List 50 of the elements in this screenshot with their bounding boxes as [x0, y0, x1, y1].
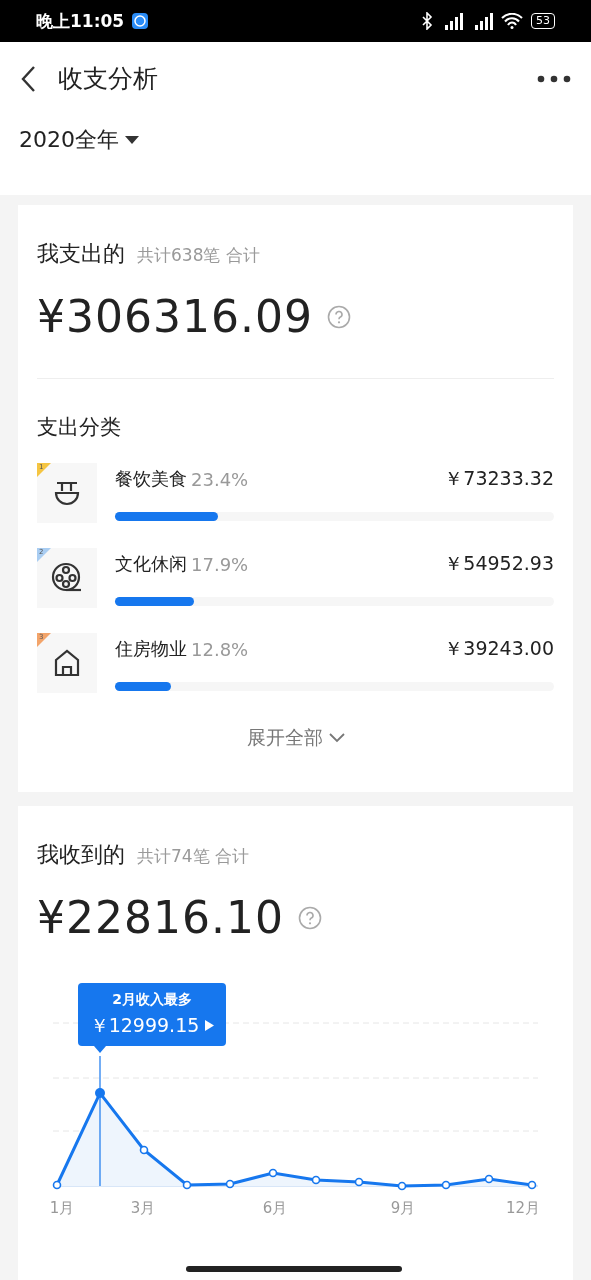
month-label: 9月: [390, 1199, 416, 1218]
data-point: [139, 1145, 149, 1155]
tooltip-pointer: [94, 1046, 106, 1053]
app-notification-icon: [132, 13, 149, 29]
month-label: 1月: [49, 1199, 75, 1218]
more-icon[interactable]: [537, 74, 571, 83]
category-amount: ￥39243.00: [444, 636, 554, 661]
data-point: [311, 1175, 321, 1185]
category-percent: 23.4%: [191, 468, 249, 490]
tooltip[interactable]: 2月收入最多 ￥12999.15: [78, 983, 226, 1046]
total-amount: ¥22816.10: [37, 892, 284, 943]
data-point: [52, 1180, 62, 1190]
data-point: [354, 1177, 364, 1187]
battery-level: 53: [531, 13, 555, 29]
category-percent: 17.9%: [191, 553, 249, 575]
chevron-down-icon: [328, 733, 345, 743]
section-title: 支出分类: [37, 414, 122, 441]
dropdown-caret-icon: [125, 136, 139, 144]
data-point: [484, 1174, 494, 1184]
wifi-icon: [501, 13, 523, 29]
data-point: [225, 1179, 235, 1189]
year-selector[interactable]: 2020全年: [0, 115, 158, 165]
peak-point: [95, 1088, 105, 1098]
card-title: 我收到的: [37, 841, 125, 869]
expand-all-button[interactable]: 展开全部: [240, 724, 351, 752]
category-name: 餐饮美食: [115, 467, 187, 491]
tooltip-amount: ￥12999.15: [89, 1012, 200, 1038]
back-icon[interactable]: [20, 64, 36, 93]
bluetooth-icon: [421, 12, 433, 30]
month-label: 3月: [130, 1199, 156, 1218]
card-summary: 共计74笔 合计: [137, 845, 250, 868]
status-time: 晚上11:05: [36, 9, 125, 33]
month-label: 6月: [262, 1199, 288, 1218]
data-point: [268, 1168, 278, 1178]
page-title: 收支分析: [58, 63, 159, 95]
data-point: [397, 1181, 407, 1191]
category-percent: 12.8%: [191, 638, 249, 660]
card-summary: 共计638笔 合计: [137, 244, 260, 267]
play-icon: [205, 1020, 215, 1031]
data-point: [441, 1180, 451, 1190]
data-point: [182, 1180, 192, 1190]
data-point: [527, 1180, 537, 1190]
category-name: 文化休闲: [115, 552, 187, 576]
card-title: 我支出的: [37, 240, 125, 268]
tooltip-title: 2月收入最多: [112, 990, 192, 1009]
category-amount: ￥54952.93: [444, 551, 554, 576]
month-label: 12月: [505, 1199, 541, 1218]
category-amount: ￥73233.32: [444, 466, 554, 491]
category-name: 住房物业: [115, 637, 187, 661]
total-amount: ¥306316.09: [37, 291, 313, 342]
